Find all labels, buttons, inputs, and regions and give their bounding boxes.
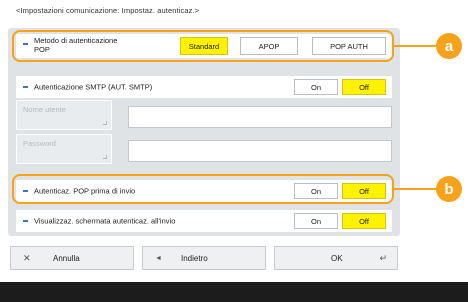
username-label-button[interactable]: Nome utente: [16, 100, 112, 130]
show-auth-screen-label: Visualizzaz. schermata autenticaz. all'i…: [34, 216, 176, 226]
smtp-auth-row: Autenticazione SMTP (AUT. SMTP) On Off: [16, 76, 392, 98]
smtp-auth-on-button[interactable]: On: [294, 79, 338, 95]
bottom-status-bar: [0, 282, 468, 302]
enter-icon: ↵: [379, 252, 387, 263]
callout-line-b: [394, 188, 438, 190]
smtp-auth-label: Autenticazione SMTP (AUT. SMTP): [34, 82, 153, 92]
callout-box-a: [12, 30, 394, 62]
ok-button[interactable]: OK ↵: [274, 246, 398, 270]
callout-line-a: [394, 45, 438, 47]
callout-badge-a: a: [436, 33, 462, 59]
callout-box-b: [12, 174, 394, 204]
cancel-button[interactable]: ✕ Annulla: [10, 246, 134, 270]
bullet-marker: [23, 86, 28, 88]
corner-mark-icon: [103, 155, 107, 159]
screen-title: <Impostazioni comunicazione: Impostaz. a…: [16, 6, 200, 15]
username-input[interactable]: [128, 106, 392, 128]
close-icon: ✕: [23, 252, 31, 263]
show-auth-screen-row: Visualizzaz. schermata autenticaz. all'i…: [16, 210, 392, 232]
show-auth-screen-off-button[interactable]: Off: [342, 213, 386, 229]
callout-badge-b: b: [436, 176, 462, 202]
show-auth-screen-on-button[interactable]: On: [294, 213, 338, 229]
username-row: Nome utente: [16, 100, 392, 130]
password-input[interactable]: [128, 140, 392, 162]
password-row: Password: [16, 134, 392, 164]
corner-mark-icon: [103, 121, 107, 125]
smtp-auth-off-button[interactable]: Off: [342, 79, 386, 95]
bullet-marker: [23, 220, 28, 222]
back-arrow-icon: ◄: [155, 254, 162, 262]
back-button[interactable]: ◄ Indietro: [142, 246, 266, 270]
password-label-button[interactable]: Password: [16, 134, 112, 164]
